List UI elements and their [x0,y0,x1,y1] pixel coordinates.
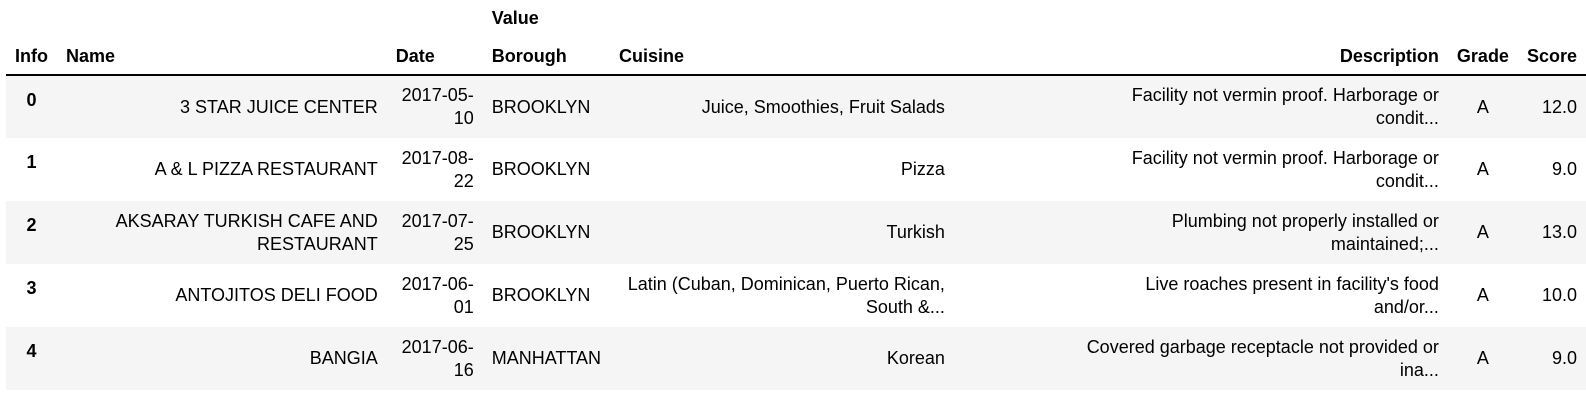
cell-name-text: 3 STAR JUICE CENTER [180,96,378,117]
cell-cuisine-text: Pizza [900,159,945,179]
group-header-spacer [57,4,387,30]
table-body: 0 3 STAR JUICE CENTER 2017-05-10 BROOKLY… [6,75,1586,390]
cell-description-text: Live roaches present in facility's food … [1145,273,1439,317]
cell-cuisine-text: Turkish [886,222,945,242]
cell-name: A & L PIZZA RESTAURANT [57,138,387,201]
row-index: 0 [26,90,37,110]
cell-grade: A [1476,222,1489,242]
cell-cuisine: Korean [610,327,954,390]
cell-score: 9.0 [1551,159,1577,179]
cell-grade: A [1476,96,1489,117]
cell-name: AKSARAY TURKISH CAFE AND RESTAURANT [57,201,387,264]
cell-description-text: Facility not vermin proof. Harborage or … [1131,147,1439,191]
dataframe-table: Value Info Name Date Borough Cuisine Des… [6,4,1586,390]
cell-date: 2017-05-10 [387,75,483,138]
cell-date: 2017-07-25 [387,201,483,264]
row-index: 4 [26,341,37,361]
cell-date: 2017-06-16 [387,327,483,390]
cell-borough: BROOKLYN [491,159,591,179]
cell-date-text: 2017-08-22 [401,147,474,191]
table-header: Value Info Name Date Borough Cuisine Des… [6,4,1586,76]
column-header-description: Description [953,30,1448,76]
cell-name-text: A & L PIZZA RESTAURANT [154,159,378,179]
cell-description: Facility not vermin proof. Harborage or … [954,138,1448,201]
dataframe-output: Value Info Name Date Borough Cuisine Des… [0,0,1586,406]
table-row: 0 3 STAR JUICE CENTER 2017-05-10 BROOKLY… [6,75,1586,138]
cell-grade: A [1476,285,1489,305]
cell-cuisine: Juice, Smoothies, Fruit Salads [610,75,954,138]
cell-name-text: AKSARAY TURKISH CAFE AND RESTAURANT [115,210,378,254]
cell-name: BANGIA [57,327,387,390]
cell-description: Facility not vermin proof. Harborage or … [954,75,1448,138]
cell-name-text: BANGIA [309,348,378,368]
table-row: 1 A & L PIZZA RESTAURANT 2017-08-22 BROO… [6,138,1586,201]
column-header-row: Info Name Date Borough Cuisine Descripti… [6,30,1586,76]
group-header-spacer [6,4,57,30]
table-row: 3 ANTOJITOS DELI FOOD 2017-06-01 BROOKLY… [6,264,1586,327]
group-header-spacer [954,4,1448,30]
column-header-score: Score [1517,30,1586,76]
cell-date-text: 2017-05-10 [401,85,474,128]
row-index: 2 [26,215,37,235]
cell-cuisine-text: Korean [886,348,945,368]
cell-description-text: Covered garbage receptacle not provided … [1086,336,1439,380]
group-header-spacer [610,4,954,30]
table-row: 2 AKSARAY TURKISH CAFE AND RESTAURANT 20… [6,201,1586,264]
cell-borough: BROOKLYN [491,285,591,305]
cell-score: 10.0 [1541,285,1577,305]
cell-borough: BROOKLYN [491,96,591,117]
cell-description: Covered garbage receptacle not provided … [954,327,1448,390]
cell-borough: MANHATTAN [491,348,602,368]
cell-description: Live roaches present in facility's food … [954,264,1448,327]
cell-cuisine: Latin (Cuban, Dominican, Puerto Rican, S… [610,264,954,327]
column-group-header-row: Value [6,4,1586,30]
group-header-spacer [1448,4,1518,30]
cell-description-text: Plumbing not properly installed or maint… [1171,210,1439,254]
row-index: 1 [26,152,37,172]
cell-cuisine: Pizza [610,138,954,201]
cell-score: 12.0 [1541,96,1577,117]
cell-cuisine-text: Juice, Smoothies, Fruit Salads [701,96,945,117]
cell-date: 2017-08-22 [387,138,483,201]
cell-borough: BROOKLYN [491,222,591,242]
cell-name-text: ANTOJITOS DELI FOOD [175,285,378,305]
cell-date-text: 2017-07-25 [401,210,474,254]
cell-date-text: 2017-06-01 [401,273,474,317]
column-header-cuisine: Cuisine [610,30,954,76]
column-header-borough: Borough [482,30,611,76]
group-header-spacer [1518,4,1586,30]
column-header-date: Date [386,30,483,76]
cell-description: Plumbing not properly installed or maint… [954,201,1448,264]
table-row: 4 BANGIA 2017-06-16 MANHATTAN Korean Cov… [6,327,1586,390]
group-header-spacer [387,4,483,30]
column-header-name: Name [57,30,387,76]
column-header-grade: Grade [1447,30,1518,76]
cell-name: ANTOJITOS DELI FOOD [57,264,387,327]
cell-grade: A [1476,348,1489,368]
cell-date: 2017-06-01 [387,264,483,327]
cell-name: 3 STAR JUICE CENTER [57,75,387,138]
row-index: 3 [26,278,37,298]
column-group-header: Value [491,8,539,28]
cell-cuisine-text: Latin (Cuban, Dominican, Puerto Rican, S… [627,273,945,317]
cell-description-text: Facility not vermin proof. Harborage or … [1131,85,1439,128]
cell-score: 9.0 [1551,348,1577,368]
cell-cuisine: Turkish [610,201,954,264]
index-header: Info [6,30,57,76]
cell-date-text: 2017-06-16 [401,336,474,380]
cell-grade: A [1476,159,1489,179]
cell-score: 13.0 [1541,222,1577,242]
